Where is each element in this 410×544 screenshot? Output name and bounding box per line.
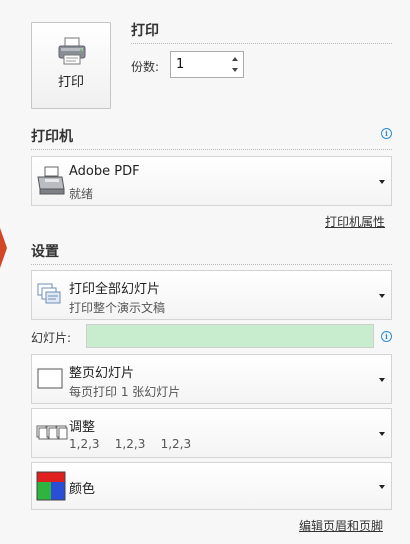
collate-dropdown[interactable]: 调整 1,2,3 1,2,3 1,2,3 <box>31 408 392 458</box>
layout-dropdown[interactable]: 整页幻灯片 每页打印 1 张幻灯片 <box>31 354 392 404</box>
print-button-label: 打印 <box>57 75 84 90</box>
full-page-slide-icon <box>37 368 63 389</box>
printer-info-icon[interactable]: i <box>381 128 392 139</box>
settings-section-title: 设置 <box>31 244 59 260</box>
collate-subtitle: 1,2,3 1,2,3 1,2,3 <box>69 437 192 451</box>
print-range-dropdown[interactable]: 打印全部幻灯片 打印整个演示文稿 <box>31 270 392 320</box>
printer-properties-link[interactable]: 打印机属性 <box>325 213 385 230</box>
printer-icon <box>58 37 86 65</box>
printer-section-divider <box>31 149 392 150</box>
printer-status: 就绪 <box>69 187 94 201</box>
collate-title: 调整 <box>69 420 96 435</box>
printer-dropdown[interactable]: Adobe PDF 就绪 <box>31 156 392 206</box>
print-range-title: 打印全部幻灯片 <box>69 282 161 297</box>
spin-down-arrow-icon[interactable] <box>232 68 238 72</box>
slides-label: 幻灯片: <box>31 331 72 345</box>
copies-spinner[interactable]: 1 <box>170 51 244 78</box>
print-range-subtitle: 打印整个演示文稿 <box>69 301 166 315</box>
copies-value[interactable]: 1 <box>176 57 184 72</box>
printer-name: Adobe PDF <box>69 164 140 179</box>
printer-device-icon <box>37 166 65 195</box>
slides-input[interactable] <box>86 324 374 348</box>
collated-icon <box>36 425 68 440</box>
printer-section-title: 打印机 <box>31 129 73 145</box>
edit-header-footer-link[interactable]: 编辑页眉和页脚 <box>299 517 383 534</box>
color-icon <box>36 471 66 501</box>
slides-info-icon[interactable]: i <box>381 331 392 342</box>
backstage-accent-notch <box>0 228 7 268</box>
print-section-divider <box>131 43 392 44</box>
chevron-down-icon <box>379 378 385 382</box>
chevron-down-icon <box>379 432 385 436</box>
layout-title: 整页幻灯片 <box>69 366 135 381</box>
color-title: 颜色 <box>69 482 96 497</box>
chevron-down-icon <box>379 485 385 489</box>
chevron-down-icon <box>379 294 385 298</box>
print-section-title: 打印 <box>131 23 159 39</box>
color-dropdown[interactable]: 颜色 <box>31 462 392 510</box>
layout-subtitle: 每页打印 1 张幻灯片 <box>69 385 181 399</box>
print-button[interactable]: 打印 <box>31 22 111 109</box>
chevron-down-icon <box>379 180 385 184</box>
spin-up-arrow-icon[interactable] <box>232 57 238 61</box>
settings-section-divider <box>31 264 392 265</box>
all-slides-icon <box>37 283 61 304</box>
copies-label: 份数: <box>131 60 160 74</box>
